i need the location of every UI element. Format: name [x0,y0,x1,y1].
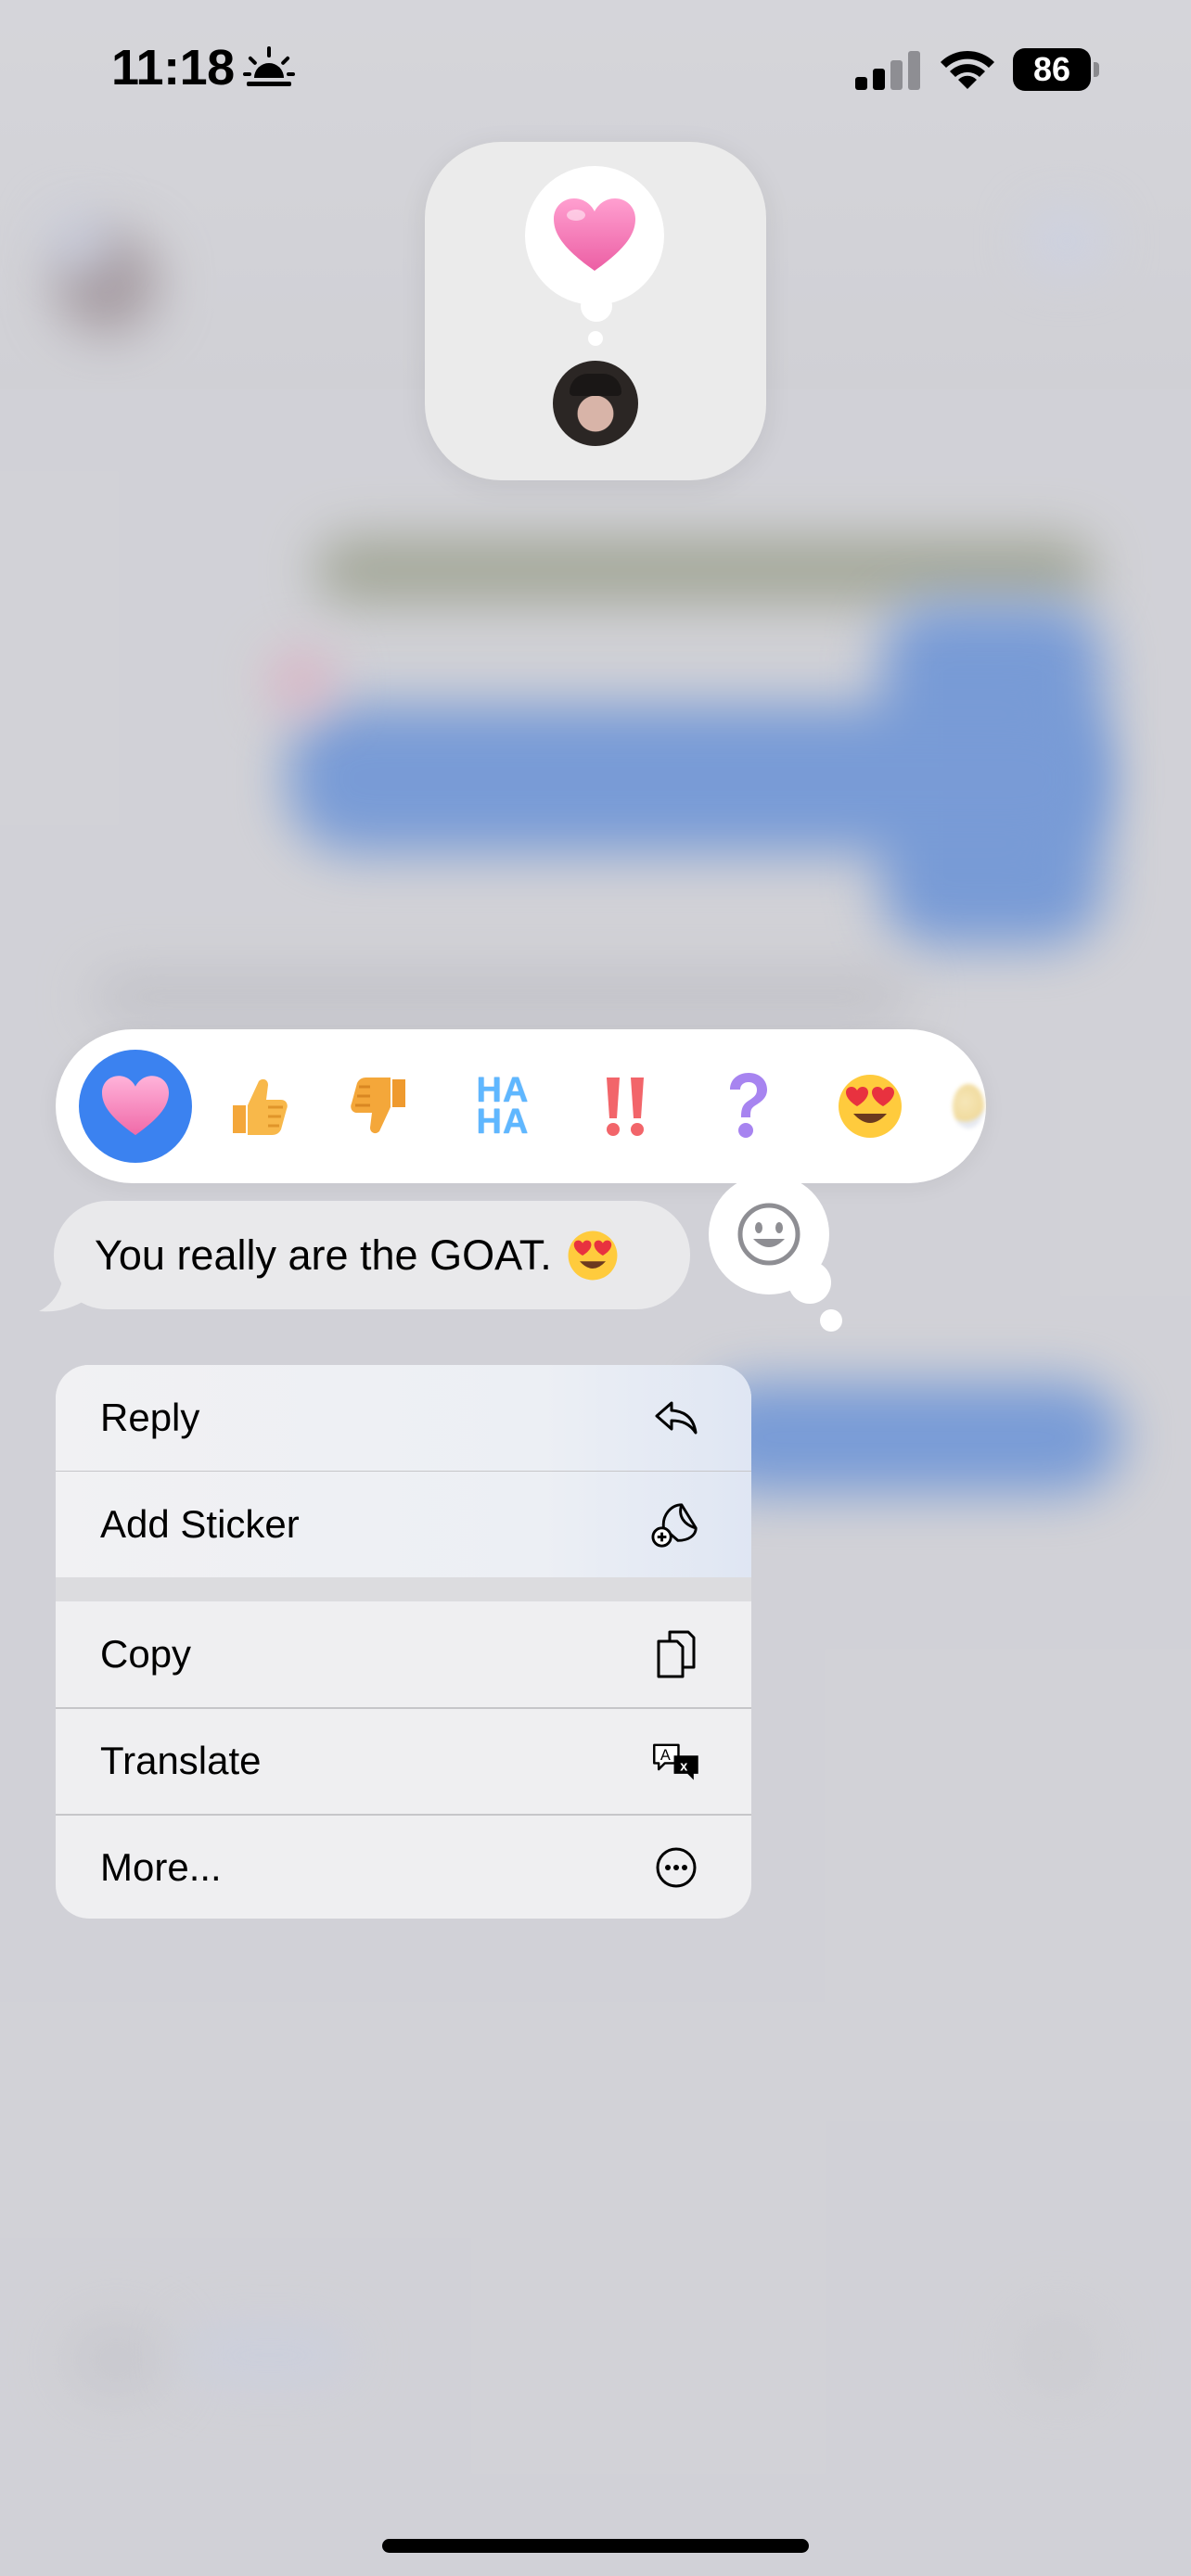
double-exclamation-icon [607,1078,644,1136]
tapback-heart-eyes-button[interactable] [813,1050,927,1163]
more-emoji-icon [953,1084,984,1129]
menu-item-label: Translate [100,1739,262,1782]
avatar [553,361,638,446]
heart-eyes-emoji-icon [839,1075,902,1138]
menu-item-more[interactable]: More... [56,1815,751,1919]
heart-icon [102,1076,169,1136]
context-menu: Reply Add Sticker Copy Translate Ax More… [56,1365,751,1919]
tapback-bar: HA HA [56,1029,986,1183]
menu-item-add-sticker[interactable]: Add Sticker [56,1472,751,1577]
reaction-summary-card [425,142,766,480]
tapback-question-button[interactable] [691,1050,804,1163]
ellipsis-circle-icon [651,1843,701,1893]
reaction-bubble [525,166,664,305]
menu-item-translate[interactable]: Translate Ax [56,1708,751,1814]
menu-item-reply[interactable]: Reply [56,1365,751,1471]
translate-icon: Ax [651,1736,701,1786]
wifi-icon [941,50,994,89]
menu-item-label: Reply [100,1396,200,1439]
thumbs-down-icon [351,1078,405,1134]
smiley-icon [737,1203,800,1266]
tapback-thumbs-down-button[interactable] [324,1050,437,1163]
haha-label: HA HA [476,1071,530,1141]
message-bubble[interactable]: You really are the GOAT. [54,1201,690,1309]
menu-item-label: Copy [100,1632,192,1676]
menu-item-copy[interactable]: Copy [56,1601,751,1707]
battery-icon: 86 [1013,48,1099,91]
add-sticker-icon [651,1499,701,1549]
tapback-haha-button[interactable]: HA HA [446,1050,559,1163]
signal-icon [855,51,920,90]
menu-item-label: More... [100,1845,222,1889]
sunrise-icon [243,46,295,86]
home-indicator[interactable] [382,2539,809,2553]
svg-text:A: A [660,1747,671,1764]
question-mark-icon [730,1073,767,1138]
tapback-heart-button[interactable] [79,1050,192,1163]
menu-item-label: Add Sticker [100,1502,300,1546]
heart-eyes-emoji-icon [568,1231,618,1280]
tapback-more-emoji-button[interactable] [936,1050,1001,1163]
copy-icon [651,1629,701,1679]
status-time: 11:18 [111,40,235,96]
battery-level: 86 [1013,48,1091,91]
tapback-exclamation-button[interactable] [569,1050,682,1163]
reply-arrow-icon [651,1393,701,1443]
thumbs-up-icon [233,1078,288,1135]
svg-text:x: x [680,1760,688,1775]
tapback-thumbs-up-button[interactable] [201,1050,314,1163]
heart-icon [554,198,635,271]
message-text: You really are the GOAT. [95,1231,552,1279]
